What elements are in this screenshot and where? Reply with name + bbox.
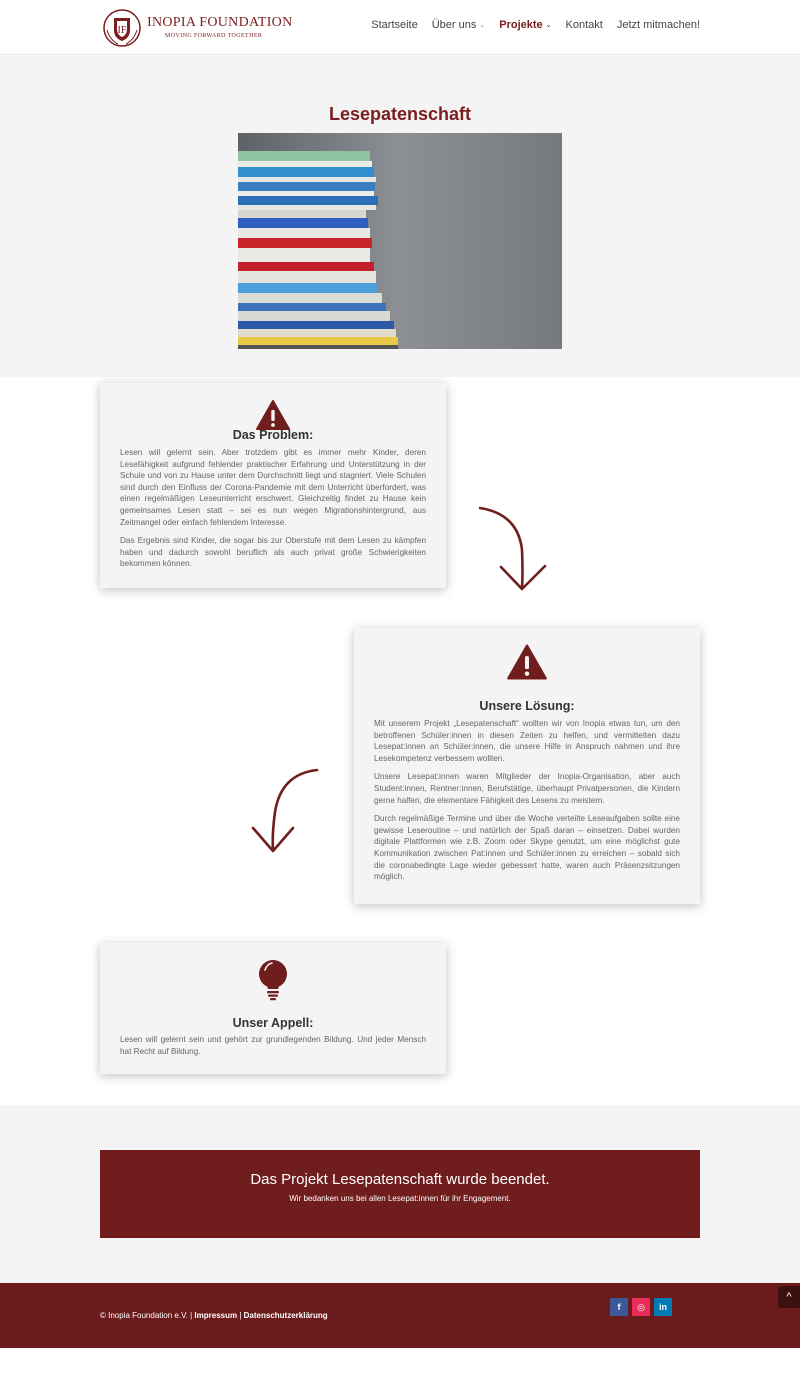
logo-subtitle: MOVING FORWARD TOGETHER [165, 33, 263, 39]
nav-item-kontakt[interactable]: Kontakt [566, 19, 603, 31]
curved-arrow-down-icon [251, 768, 319, 853]
logo-title: INOPIA FOUNDATION [147, 15, 293, 30]
chevron-down-icon: ⌄ [479, 22, 486, 29]
books-illustration [238, 133, 562, 349]
social-links: f ◎ in [610, 1298, 672, 1316]
paragraph: Das Ergebnis sind Kinder, die sogar bis … [120, 536, 426, 569]
nav-item-startseite[interactable]: Startseite [371, 19, 417, 31]
appeal-title: Unser Appell: [232, 1016, 314, 1030]
solution-text: Mit unserem Projekt „Lesepatenschaft“ wo… [374, 718, 680, 890]
paragraph: Lesen will gelernt sein und gehört zur g… [120, 1035, 426, 1056]
svg-text:IF: IF [118, 25, 127, 36]
lightbulb-icon [259, 960, 287, 1001]
logo-emblem-icon: IF [103, 9, 141, 47]
solution-title: Unsere Lösung: [479, 699, 575, 713]
project-ended-banner: Das Projekt Lesepatenschaft wurde beende… [100, 1150, 700, 1238]
page-title: Lesepatenschaft [328, 104, 472, 124]
banner-title: Das Projekt Lesepatenschaft wurde beende… [250, 1171, 550, 1188]
warning-icon [507, 644, 547, 680]
problem-card: Das Problem: Lesen will gelernt sein. Ab… [100, 383, 446, 588]
instagram-icon[interactable]: ◎ [632, 1298, 650, 1316]
nav-label: Über uns [431, 19, 477, 31]
logo[interactable]: IF INOPIA FOUNDATION MOVING FORWARD TOGE… [102, 8, 293, 48]
solution-card: Unsere Lösung: Mit unserem Projekt „Lese… [354, 628, 700, 904]
site-header: IF INOPIA FOUNDATION MOVING FORWARD TOGE… [0, 0, 800, 55]
paragraph: Unsere Lesepat:innen waren Mitglieder de… [374, 772, 680, 805]
impressum-link[interactable]: Impressum [194, 1311, 237, 1320]
chevron-down-icon: ⌄ [545, 22, 552, 29]
paragraph: Lesen will gelernt sein. Aber trotzdem g… [120, 448, 426, 527]
linkedin-icon[interactable]: in [654, 1298, 672, 1316]
hero-section: Lesepatenschaft [0, 56, 800, 377]
warning-icon [256, 400, 290, 430]
page-bottom [0, 1348, 800, 1377]
paragraph: Mit unserem Projekt „Lesepatenschaft“ wo… [374, 719, 680, 763]
nav-item-ueber-uns[interactable]: Über uns ⌄ [432, 19, 486, 31]
facebook-icon[interactable]: f [610, 1298, 628, 1316]
books-stack-image [238, 133, 562, 349]
site-footer: © Inopia Foundation e.V. | Impressum | D… [0, 1283, 800, 1348]
problem-text: Lesen will gelernt sein. Aber trotzdem g… [120, 447, 426, 577]
nav-item-projekte[interactable]: Projekte ⌄ [499, 19, 551, 31]
appeal-card: Unser Appell: Lesen will gelernt sein un… [100, 943, 446, 1074]
appeal-text: Lesen will gelernt sein und gehört zur g… [120, 1034, 426, 1064]
banner-subtitle: Wir bedanken uns bei allen Lesepat:innen… [289, 1194, 511, 1203]
privacy-link[interactable]: Datenschutzerklärung [244, 1311, 328, 1320]
nav-label: Kontakt [565, 19, 603, 31]
scroll-to-top-button[interactable]: ^ [778, 1286, 800, 1308]
nav-label: Startseite [371, 19, 418, 31]
copyright: © Inopia Foundation e.V. | [100, 1311, 195, 1320]
problem-title: Das Problem: [232, 428, 314, 442]
paragraph: Durch regelmäßige Termine und über die W… [374, 814, 680, 882]
nav-item-jetzt-mitmachen[interactable]: Jetzt mitmachen! [617, 19, 700, 31]
nav-label: Jetzt mitmachen! [616, 19, 700, 31]
footer-text: © Inopia Foundation e.V. | Impressum | D… [100, 1311, 328, 1320]
nav-label: Projekte [499, 19, 543, 31]
curved-arrow-down-icon [478, 506, 547, 591]
main-nav: Startseite Über uns ⌄ Projekte ⌄ Kontakt… [371, 19, 700, 31]
